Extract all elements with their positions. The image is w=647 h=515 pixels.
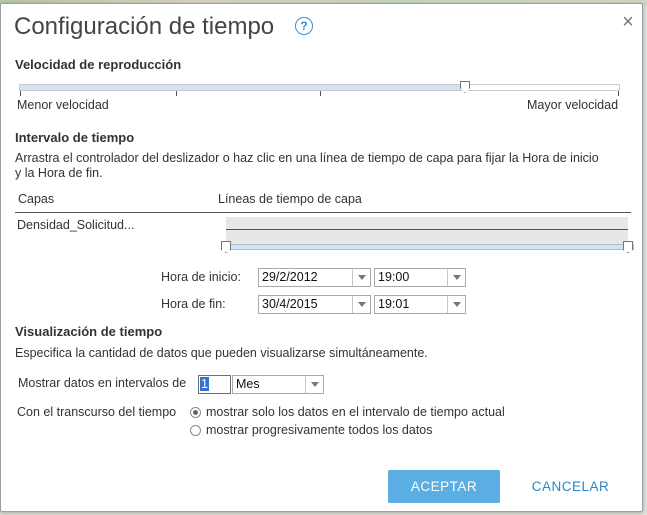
radio-cumulative[interactable]: [190, 425, 201, 436]
option-current-interval-label: mostrar solo los datos en el intervalo d…: [206, 405, 505, 419]
chevron-down-icon[interactable]: [352, 296, 370, 313]
time-settings-dialog: Configuración de tiempo ? × Velocidad de…: [0, 3, 643, 512]
playback-speed-fill: [20, 85, 465, 90]
interval-unit-select[interactable]: Mes: [232, 375, 324, 394]
dialog-title: Configuración de tiempo: [14, 13, 275, 40]
speed-tick: [618, 91, 619, 96]
time-interval-description-2: y la Hora de fin.: [15, 166, 103, 180]
start-time-label: Hora de inicio:: [161, 270, 241, 284]
layer-name: Densidad_Solicitud...: [17, 218, 135, 232]
radio-current-interval[interactable]: [190, 407, 201, 418]
help-icon[interactable]: ?: [295, 17, 313, 35]
start-time-select[interactable]: 19:00: [374, 268, 466, 287]
end-time-value: 19:01: [378, 297, 410, 311]
end-time-label: Hora de fin:: [161, 297, 226, 311]
over-time-label: Con el transcurso del tiempo: [17, 405, 177, 419]
close-icon[interactable]: ×: [620, 12, 636, 32]
time-interval-description-1: Arrastra el controlador del deslizador o…: [15, 151, 599, 165]
speed-tick: [176, 91, 177, 96]
max-speed-label: Mayor velocidad: [527, 98, 619, 112]
interval-label: Mostrar datos en intervalos de: [18, 376, 187, 390]
chevron-down-icon[interactable]: [447, 296, 465, 313]
time-range-slider[interactable]: [221, 244, 634, 250]
chevron-down-icon[interactable]: [447, 269, 465, 286]
option-cumulative-label: mostrar progresivamente todos los datos: [206, 423, 433, 437]
table-header-divider: [15, 212, 631, 213]
start-date-value: 29/2/2012: [262, 270, 318, 284]
playback-speed-handle[interactable]: [460, 81, 470, 93]
interval-count-value: 1: [200, 377, 209, 391]
time-interval-heading: Intervalo de tiempo: [15, 130, 135, 145]
speed-tick: [320, 91, 321, 96]
end-time-select[interactable]: 19:01: [374, 295, 466, 314]
time-range-start-handle[interactable]: [221, 241, 231, 253]
time-display-heading: Visualización de tiempo: [15, 324, 163, 339]
timelines-column-header: Líneas de tiempo de capa: [218, 192, 362, 206]
cancel-button[interactable]: CANCELAR: [517, 470, 624, 503]
interval-count-input[interactable]: 1: [198, 375, 231, 394]
layer-timeline-line: [226, 229, 628, 230]
time-range-end-handle[interactable]: [623, 241, 633, 253]
playback-speed-heading: Velocidad de reproducción: [15, 57, 182, 72]
start-date-picker[interactable]: 29/2/2012: [258, 268, 371, 287]
accept-button[interactable]: ACEPTAR: [388, 470, 500, 503]
layers-column-header: Capas: [18, 192, 55, 206]
start-time-value: 19:00: [378, 270, 410, 284]
min-speed-label: Menor velocidad: [17, 98, 109, 112]
end-date-value: 30/4/2015: [262, 297, 318, 311]
interval-unit-value: Mes: [236, 377, 260, 391]
end-date-picker[interactable]: 30/4/2015: [258, 295, 371, 314]
chevron-down-icon[interactable]: [352, 269, 370, 286]
speed-tick: [20, 91, 21, 96]
chevron-down-icon[interactable]: [305, 376, 323, 393]
time-display-description: Especifica la cantidad de datos que pued…: [15, 346, 428, 360]
